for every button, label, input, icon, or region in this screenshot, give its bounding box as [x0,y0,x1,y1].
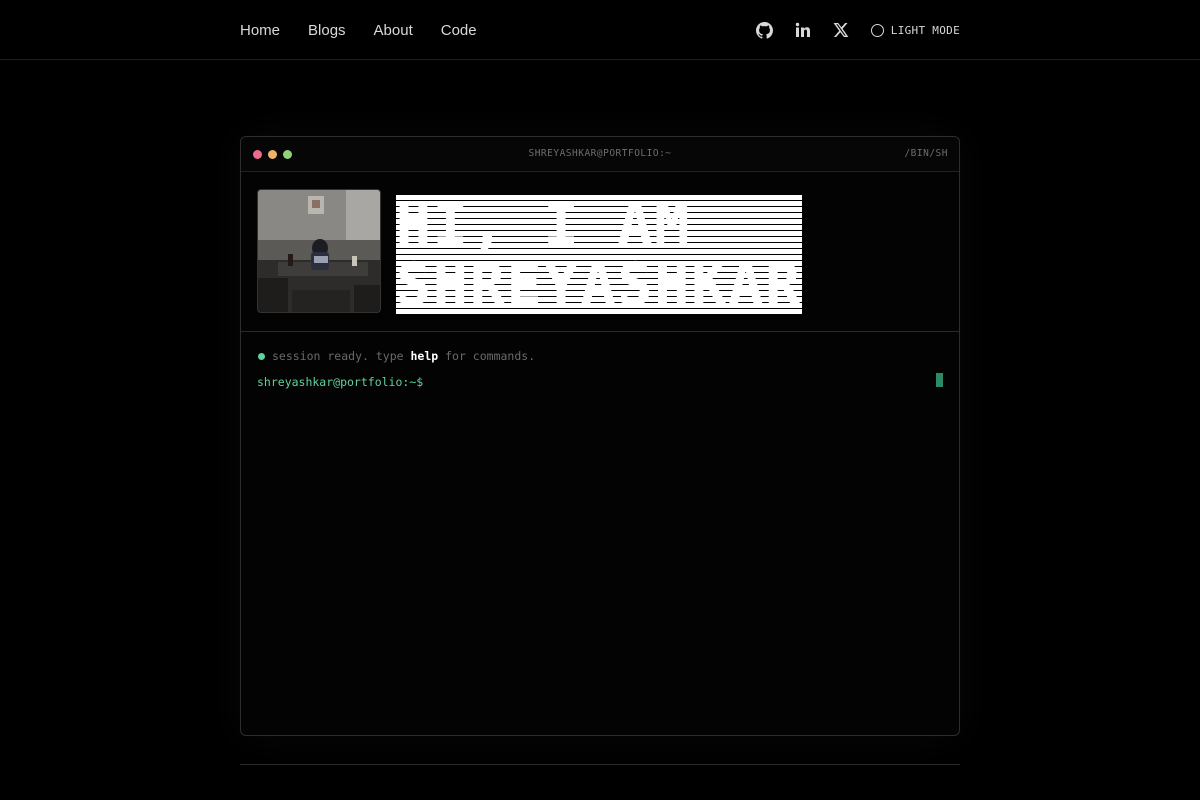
status-suffix: for commands. [438,349,536,363]
profile-photo [257,189,381,313]
terminal-window: SHREYASHKAR@PORTFOLIO:~ /BIN/SH HI, I AM… [240,136,960,736]
main-nav: Home Blogs About Code [240,0,477,60]
circle-icon [870,23,884,37]
status-keyword: help [410,349,439,363]
social-links: LIGHT MODE [755,0,960,60]
x-icon[interactable] [831,20,851,40]
terminal-console[interactable]: session ready. type help for commands. s… [257,349,943,389]
light-mode-toggle[interactable]: LIGHT MODE [870,23,960,37]
session-status-line: session ready. type help for commands. [257,349,943,363]
status-prefix: session ready. type [272,349,411,363]
hero-headline: HI, I AM SHREYASHKAR [396,190,803,318]
headline-line-1: HI, I AM [396,190,692,258]
nav-about-link[interactable]: About [374,22,413,39]
terminal-shell-label: /BIN/SH [904,148,948,159]
hero-section: HI, I AM SHREYASHKAR [241,172,959,332]
prompt-line[interactable]: shreyashkar@portfolio:~$ [257,373,943,389]
headline-line-2: SHREYASHKAR [396,250,803,318]
text-cursor [936,373,943,387]
light-mode-label: LIGHT MODE [890,23,960,37]
nav-blogs-link[interactable]: Blogs [308,22,346,39]
shell-prompt: shreyashkar@portfolio:~$ [257,375,424,389]
status-indicator-icon [258,352,265,360]
nav-code-link[interactable]: Code [441,22,477,39]
terminal-title: SHREYASHKAR@PORTFOLIO:~ [528,148,672,159]
footer-divider [240,764,960,765]
terminal-title-bar: SHREYASHKAR@PORTFOLIO:~ /BIN/SH [241,137,959,172]
linkedin-icon[interactable] [793,20,813,40]
github-icon[interactable] [755,20,775,40]
top-navigation-bar: Home Blogs About Code LIGHT MODE [0,0,1200,60]
nav-home-link[interactable]: Home [240,22,280,39]
